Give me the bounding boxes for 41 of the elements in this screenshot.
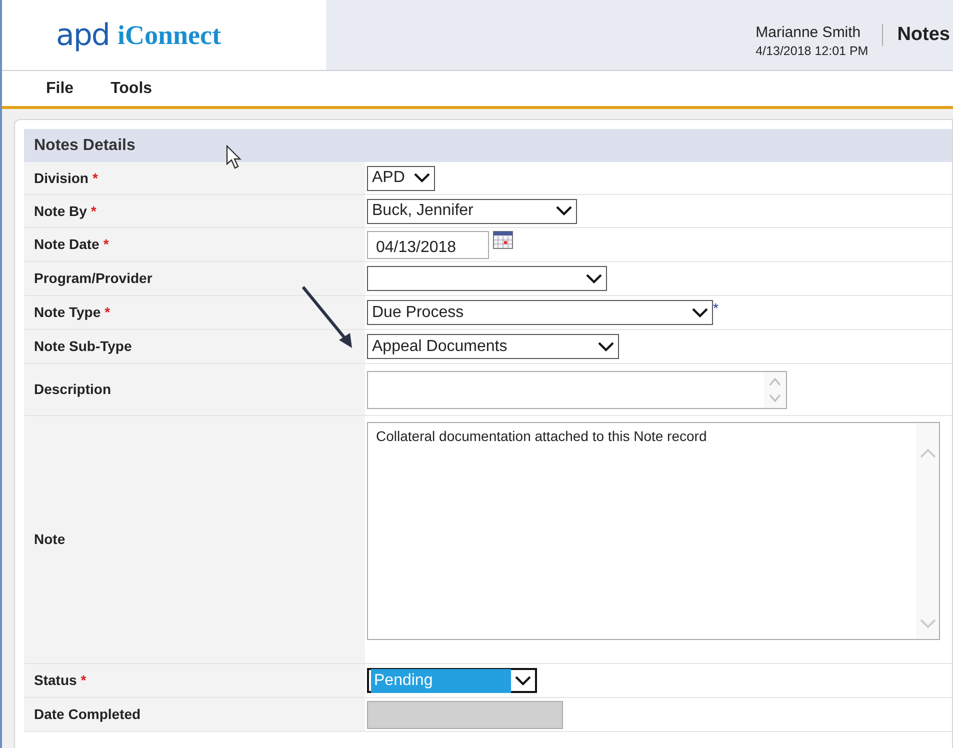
chevron-down-icon xyxy=(692,308,708,318)
dropdown[interactable]: APD xyxy=(367,166,435,190)
menu-item[interactable]: File xyxy=(46,76,74,100)
chevron-down-icon xyxy=(598,342,614,352)
scroll-up-icon[interactable] xyxy=(920,448,936,458)
field-label: Date Completed xyxy=(34,705,141,724)
logo-text: apd xyxy=(56,16,110,54)
field-label: Note Date xyxy=(34,235,100,254)
dropdown[interactable]: Buck, Jennifer xyxy=(367,198,577,224)
field-label: Division xyxy=(34,168,88,188)
field-label: Note xyxy=(34,530,66,549)
required-mark: * xyxy=(90,202,96,220)
logo-text: iConnect xyxy=(117,18,221,52)
chevron-down-icon xyxy=(414,173,430,183)
field-label: Note By xyxy=(34,202,87,221)
required-mark: * xyxy=(713,299,718,318)
field-label: Description xyxy=(34,380,112,399)
chevron-down-icon xyxy=(515,676,531,686)
panel-header: Notes Details xyxy=(24,129,952,162)
date-field[interactable]: 04/13/2018 xyxy=(367,230,489,258)
required-mark: * xyxy=(80,671,86,690)
dropdown[interactable]: Due Process xyxy=(367,300,713,325)
required-mark: * xyxy=(103,235,109,254)
user-name: Marianne Smith xyxy=(756,24,862,42)
calendar-icon[interactable] xyxy=(493,230,513,248)
required-mark: * xyxy=(104,303,110,322)
date-time: 4/13/2018 12:01 PM xyxy=(756,43,868,60)
field-label: Status xyxy=(34,671,77,690)
page-title: Notes xyxy=(882,24,950,46)
dropdown[interactable] xyxy=(367,266,607,291)
field-label: Note Type xyxy=(34,303,101,322)
dropdown[interactable]: Appeal Documents xyxy=(367,334,619,359)
chevron-down-icon xyxy=(556,206,572,216)
required-mark: * xyxy=(92,168,98,188)
menu-item[interactable]: Tools xyxy=(110,76,152,100)
note-field[interactable]: Collateral documentation attached to this Note record xyxy=(367,422,940,640)
field-label: Note Sub-Type xyxy=(34,337,132,356)
description-field[interactable] xyxy=(367,370,787,408)
field-label: Program/Provider xyxy=(34,269,152,288)
chevron-down-icon xyxy=(586,274,602,284)
scroll-down-icon[interactable] xyxy=(920,619,936,629)
